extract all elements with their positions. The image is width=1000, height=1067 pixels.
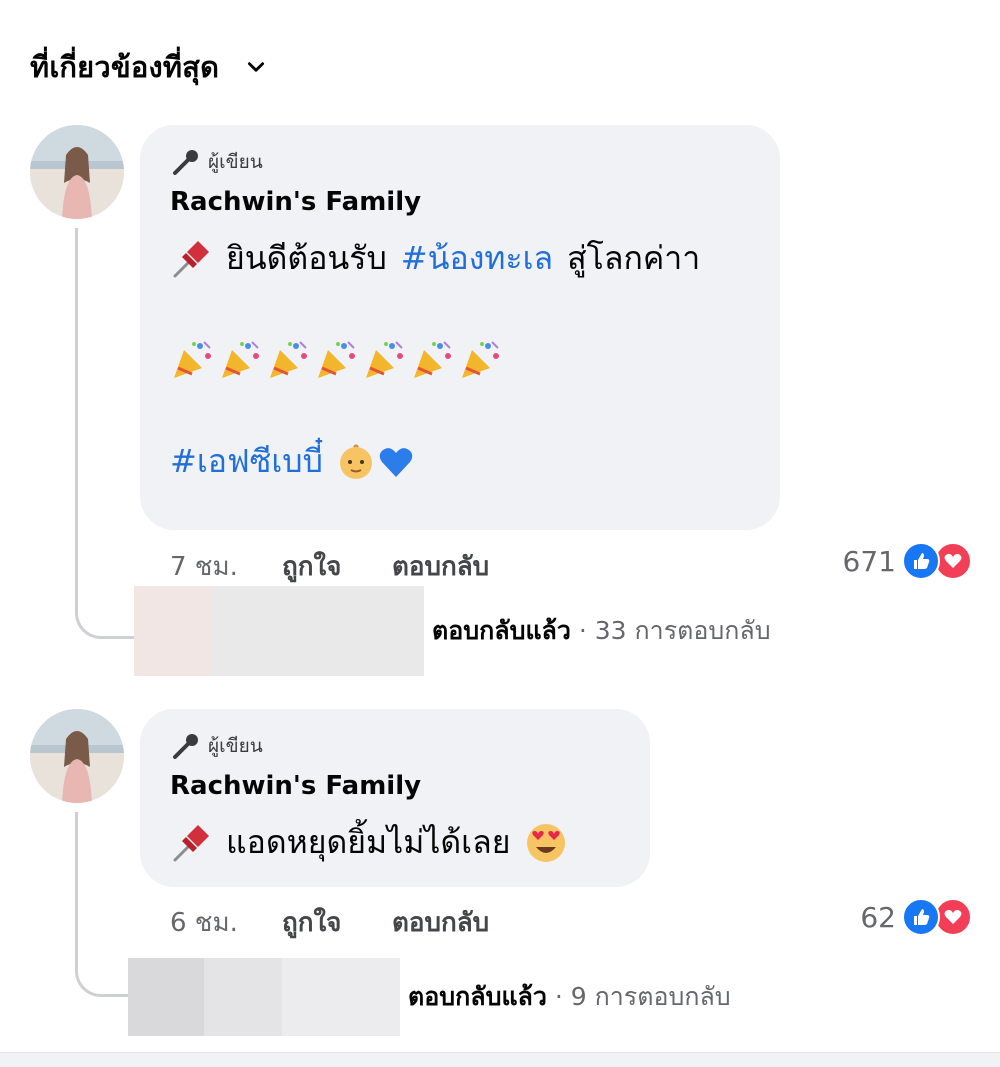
comment-bubble: ผู้เขียน Rachwin's Family แอดหยุดยิ้มไม่… xyxy=(140,709,650,887)
chevron-down-icon xyxy=(248,62,265,72)
party-popper-icon xyxy=(174,341,211,378)
badge-label: ผู้เขียน xyxy=(208,151,263,173)
avatar[interactable] xyxy=(30,125,124,219)
reaction-summary[interactable]: 62 xyxy=(860,898,972,936)
dot-separator: · xyxy=(578,616,595,645)
reaction-count: 671 xyxy=(842,544,896,578)
baby-face-icon xyxy=(339,444,372,479)
like-button[interactable]: ถูกใจ xyxy=(282,546,392,587)
replies-summary: ตอบกลับแล้ว · 9 การตอบกลับ xyxy=(408,977,731,1017)
reply-button[interactable]: ตอบกลับ xyxy=(392,546,489,587)
microphone-icon xyxy=(173,150,198,175)
party-popper-icon xyxy=(366,341,403,378)
dot-separator: · xyxy=(554,982,571,1011)
replies-count: 9 การตอบกลับ xyxy=(570,982,731,1011)
microphone-icon xyxy=(173,734,198,759)
reaction-count: 62 xyxy=(860,900,896,934)
reaction-summary[interactable]: 671 xyxy=(843,542,972,580)
replier-avatars-blurred xyxy=(134,586,424,676)
party-popper-icon xyxy=(270,341,307,378)
like-reaction-icon xyxy=(902,542,940,580)
view-replies[interactable]: ตอบกลับแล้ว · 33 การตอบกลับ xyxy=(134,586,771,676)
pushpin-icon xyxy=(173,240,209,277)
party-popper-icon xyxy=(414,341,451,378)
view-replies[interactable]: ตอบกลับแล้ว · 9 การตอบกลับ xyxy=(128,958,731,1036)
party-popper-icon xyxy=(462,341,499,378)
replied-label: ตอบกลับแล้ว xyxy=(432,616,571,645)
author-badge: ผู้เขียน xyxy=(170,147,750,177)
sort-label: ที่เกี่ยวข้องที่สุด xyxy=(30,50,220,84)
comment-hashtag-line: #เอฟซีเบบี๋ xyxy=(170,436,750,487)
text-segment: สู่โลกค่าา xyxy=(567,239,701,277)
replies-count: 33 การตอบกลับ xyxy=(594,616,771,645)
like-button[interactable]: ถูกใจ xyxy=(282,902,392,943)
reply-button[interactable]: ตอบกลับ xyxy=(392,902,489,943)
text-segment: ยินดีต้อนรับ xyxy=(226,239,387,277)
blue-heart-icon xyxy=(379,447,413,477)
badge-label: ผู้เขียน xyxy=(208,735,263,757)
comment-bubble: ผู้เขียน Rachwin's Family ยินดีต้อนรับ #… xyxy=(140,125,780,530)
thread-line xyxy=(75,228,138,639)
comment-actions: 7 ชม. ถูกใจ ตอบกลับ xyxy=(170,546,489,587)
author-name[interactable]: Rachwin's Family xyxy=(170,771,620,801)
comment-time[interactable]: 6 ชม. xyxy=(170,902,282,943)
author-badge: ผู้เขียน xyxy=(170,731,620,761)
comment-text: ยินดีต้อนรับ #น้องทะเล สู่โลกค่าา xyxy=(170,233,750,284)
like-reaction-icon xyxy=(902,898,940,936)
party-popper-icon xyxy=(222,341,259,378)
comment-sort-dropdown[interactable]: ที่เกี่ยวข้องที่สุด xyxy=(30,44,267,90)
author-name[interactable]: Rachwin's Family xyxy=(170,187,750,217)
party-popper-icon xyxy=(318,341,355,378)
party-emoji-row xyxy=(170,338,750,382)
replier-avatars-blurred xyxy=(128,958,400,1036)
text-segment: แอดหยุดยิ้มไม่ได้เลย xyxy=(226,823,511,861)
hashtag-link[interactable]: #เอฟซีเบบี๋ xyxy=(170,436,323,487)
pushpin-icon xyxy=(173,824,209,861)
replies-summary: ตอบกลับแล้ว · 33 การตอบกลับ xyxy=(432,611,771,651)
heart-eyes-icon xyxy=(527,823,566,862)
comment-time[interactable]: 7 ชม. xyxy=(170,546,282,587)
comment-actions: 6 ชม. ถูกใจ ตอบกลับ xyxy=(170,902,489,943)
avatar[interactable] xyxy=(30,709,124,803)
bottom-divider xyxy=(0,1052,1000,1067)
hashtag-link[interactable]: #น้องทะเล xyxy=(401,233,553,284)
comment-text: แอดหยุดยิ้มไม่ได้เลย xyxy=(170,817,620,868)
replied-label: ตอบกลับแล้ว xyxy=(408,982,547,1011)
